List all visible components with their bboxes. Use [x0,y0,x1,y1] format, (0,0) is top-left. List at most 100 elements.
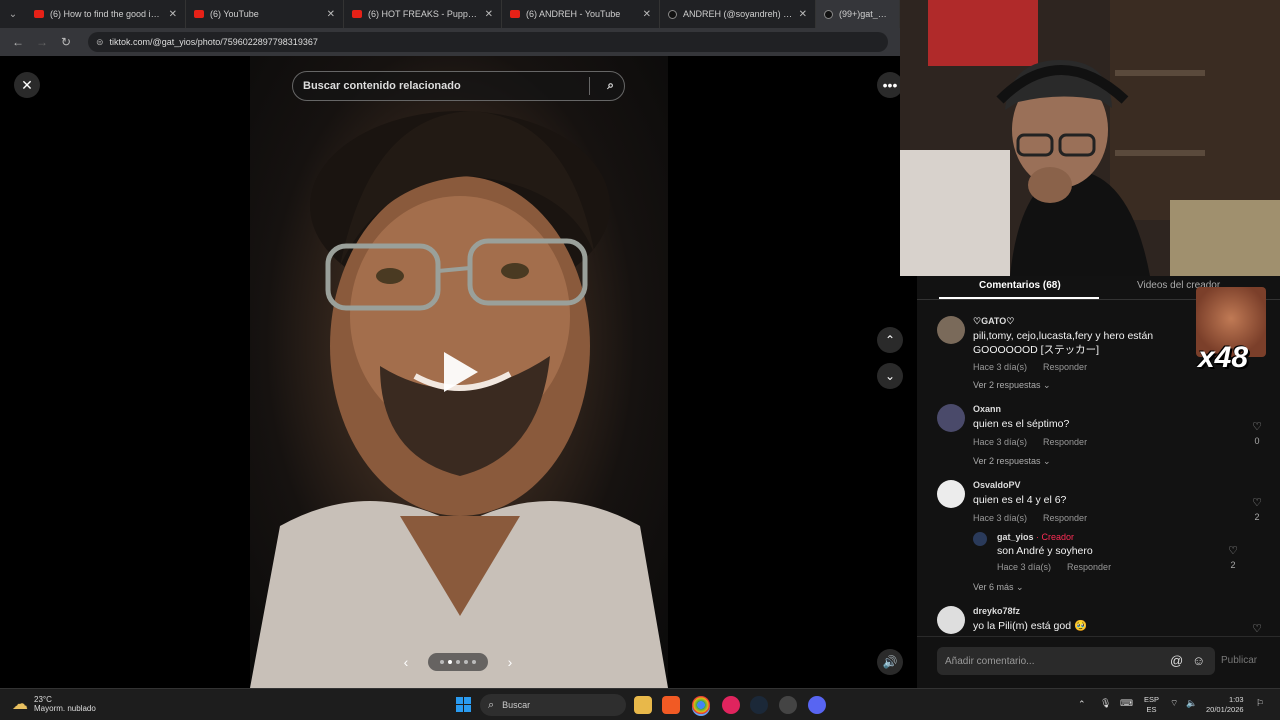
weather-widget[interactable]: ☁ 23°C Mayorm. nublado [12,694,96,714]
like-heart-icon[interactable]: ♡ [1250,420,1264,433]
clock-date: 20/01/2026 [1206,705,1244,714]
related-search-input[interactable]: Buscar contenido relacionado ⌕ [292,71,625,101]
notification-icon[interactable]: ⚐ [1256,698,1264,709]
weather-desc: Mayorm. nublado [34,704,96,713]
close-viewer-button[interactable]: ✕ [14,72,40,98]
chrome-icon[interactable] [692,696,710,714]
search-icon[interactable]: ⌕ [607,78,614,93]
publish-button[interactable]: Publicar [1221,655,1257,666]
comment-time: Hace 3 día(s) [973,437,1028,447]
reply-link[interactable]: Responder [1043,437,1087,447]
pager-dot-active[interactable] [448,660,452,664]
pager-dot[interactable] [440,660,444,664]
close-icon[interactable]: ✕ [799,9,807,20]
browser-tab[interactable]: (6) ANDREH - YouTube ✕ [502,0,660,28]
volume-icon[interactable]: 🔈 [1186,698,1197,709]
back-arrow-icon[interactable]: ← [6,35,30,49]
keyboard-icon[interactable]: ⌨ [1120,698,1133,709]
site-info-icon[interactable]: ⊜ [96,37,104,48]
browser-tab[interactable]: (6) How to find the good in ev... ✕ [26,0,186,28]
browser-tab[interactable]: ANDREH (@soyandreh) | TikTok ✕ [660,0,816,28]
taskbar-search[interactable]: ⌕ Buscar [480,694,626,716]
view-replies-link[interactable]: Ver 2 respuestas ⌄ [973,380,1051,391]
reply-link[interactable]: Responder [1043,362,1087,372]
browser-tab[interactable]: (6) HOT FREAKS - Puppy Princ... ✕ [344,0,502,28]
forward-arrow-icon[interactable]: → [30,35,54,49]
avatar[interactable] [937,316,965,344]
close-icon[interactable]: ✕ [643,9,651,20]
youtube-icon [194,10,204,18]
language-top: ESP [1144,695,1160,704]
tiktok-icon [668,9,677,19]
reload-icon[interactable]: ↻ [54,35,78,49]
emoji-icon[interactable]: ☺ [1192,653,1205,668]
microphone-icon[interactable]: 🎙 [1100,698,1111,709]
comment-username[interactable]: dreyko78fz [973,606,1020,616]
reply-text: son André y soyhero [997,545,1093,557]
next-post-button[interactable]: ⌄ [877,363,903,389]
search-placeholder: Buscar contenido relacionado [303,80,461,92]
language-indicator[interactable]: ESP ES [1144,695,1159,715]
discord-icon[interactable] [808,696,826,714]
mention-icon[interactable]: @ [1170,653,1183,668]
browser-tab-active[interactable]: (99+)gat_yios (@... [816,0,900,28]
pager-dot[interactable] [456,660,460,664]
media-app-icon[interactable] [722,696,740,714]
overlay-multiplier: x48 [1198,341,1249,374]
app-icon[interactable] [779,696,797,714]
like-heart-icon[interactable]: ♡ [1250,496,1264,509]
comment-text: yo la Pili(m) está god 🥹 [973,620,1088,632]
comment-composer: Añadir comentario... @ ☺ Publicar [917,636,1280,688]
view-more-replies-link[interactable]: Ver 6 más ⌄ [973,582,1024,593]
avatar[interactable] [937,480,965,508]
browser-tab[interactable]: (6) YouTube ✕ [186,0,344,28]
tab-search-menu-icon[interactable]: ⌄ [0,0,26,28]
like-heart-icon[interactable]: ♡ [1250,622,1264,635]
show-hidden-icons[interactable]: ⌃ [1078,699,1086,710]
avatar[interactable] [937,606,965,634]
close-icon[interactable]: ✕ [169,9,177,20]
tab-title: (6) ANDREH - YouTube [526,9,621,19]
webcam-overlay [900,0,1280,276]
browser-tab-bar: ⌄ (6) How to find the good in ev... ✕ (6… [0,0,900,28]
windows-start-icon[interactable] [456,697,471,712]
previous-photo-arrow-icon[interactable]: ‹ [394,649,418,675]
creator-badge: · Creador [1033,532,1075,542]
close-icon[interactable]: ✕ [327,9,335,20]
previous-post-button[interactable]: ⌃ [877,327,903,353]
pager-dot[interactable] [464,660,468,664]
pager-dot[interactable] [472,660,476,664]
tab-comments[interactable]: Comentarios (68) [979,280,1061,291]
like-heart-icon[interactable]: ♡ [1226,544,1240,557]
tiktok-icon [824,9,833,19]
url-field[interactable]: ⊜ tiktok.com/@gat_yios/photo/75960228977… [88,32,888,52]
reply-meta: Hace 3 día(s) Responder [997,562,1111,572]
close-icon[interactable]: ✕ [485,9,493,20]
next-photo-arrow-icon[interactable]: › [498,649,522,675]
wifi-icon[interactable]: ⌔ [1170,698,1178,709]
comment-text: pili,tomy, cejo,lucasta,fery y hero está… [973,330,1154,356]
reply-link[interactable]: Responder [1043,513,1087,523]
comment-username[interactable]: OsvaldoPV [973,480,1021,490]
reply-link[interactable]: Responder [1067,562,1111,572]
steam-icon[interactable] [750,696,768,714]
search-icon: ⌕ [488,698,495,711]
taskbar: ☁ 23°C Mayorm. nublado ⌕ Buscar ⌃ 🎙 ⌨ ES… [0,688,1280,720]
reply-username: gat_yios · Creador [997,532,1074,542]
reply-user[interactable]: gat_yios [997,532,1034,542]
comment-username[interactable]: ♡GATO♡ [973,316,1014,327]
file-explorer-icon[interactable] [634,696,652,714]
taskbar-search-label: Buscar [502,700,531,710]
clock[interactable]: 1:03 20/01/2026 [1206,695,1244,715]
reply-time: Hace 3 día(s) [997,562,1052,572]
comment-username[interactable]: Oxann [973,404,1001,414]
play-icon[interactable] [444,352,478,392]
avatar[interactable] [937,404,965,432]
view-replies-link[interactable]: Ver 2 respuestas ⌄ [973,456,1051,467]
brave-browser-icon[interactable] [662,696,680,714]
avatar[interactable] [973,532,987,546]
volume-button[interactable]: 🔊 [877,649,903,675]
active-tab-indicator [939,297,1099,299]
tab-title: (99+)gat_yios (@... [839,9,891,19]
comment-meta: Hace 3 día(s) Responder [973,513,1087,523]
